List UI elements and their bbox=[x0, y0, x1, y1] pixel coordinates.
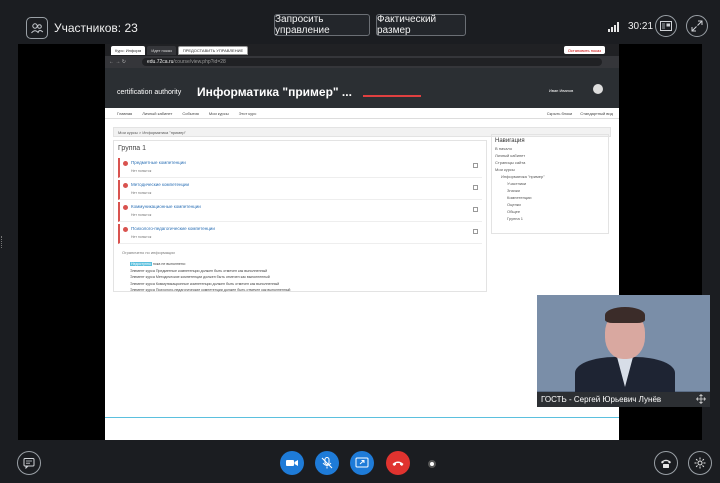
video-person-hair bbox=[605, 307, 645, 323]
gear-icon bbox=[694, 457, 706, 469]
navigation-block: Навигация В начало Личный кабинет Страни… bbox=[491, 134, 609, 234]
microphone-muted-icon bbox=[321, 457, 333, 469]
nav-item-events: События bbox=[182, 110, 199, 116]
nav-link: Значки bbox=[507, 188, 520, 193]
nav-item-dashboard: Личный кабинет bbox=[142, 110, 173, 116]
chat-icon bbox=[23, 458, 35, 469]
activity-icon bbox=[123, 183, 128, 188]
nav-link: Личный кабинет bbox=[495, 153, 526, 158]
site-brand: certification authority bbox=[117, 89, 182, 96]
course-title: Информатика "пример" ... bbox=[197, 85, 352, 99]
activity-name: Психолого-педагогические компетенции bbox=[131, 226, 215, 231]
participant-name: ГОСТЬ - Сергей Юрьевич Лунёв bbox=[537, 392, 710, 407]
activity-status: Нет попыток bbox=[131, 191, 152, 195]
reload-icon: ↻ bbox=[121, 59, 126, 65]
share-screen-button[interactable] bbox=[350, 451, 374, 475]
participant-video-tile[interactable]: ГОСТЬ - Сергей Юрьевич Лунёв bbox=[537, 295, 710, 407]
section-title: Группа 1 bbox=[118, 145, 147, 152]
hang-up-icon bbox=[392, 461, 404, 466]
title-accent bbox=[363, 95, 421, 97]
restriction-text: пока не выполнено: bbox=[152, 262, 186, 266]
side-panel-handle[interactable] bbox=[1, 236, 3, 248]
grant-control-select: ПРЕДОСТАВИТЬ УПРАВЛЕНИЕ bbox=[177, 45, 249, 55]
activity-item: Предметные компетенции Нет попыток bbox=[118, 158, 482, 178]
user-name: Иван Иванов bbox=[549, 88, 574, 93]
nav-item-home: Главная bbox=[117, 110, 133, 116]
course-section: Группа 1 Предметные компетенции Нет попы… bbox=[113, 140, 487, 292]
fullscreen-button[interactable] bbox=[686, 15, 708, 37]
url-field: edu.72ca.ru/course/view.php?id=28 bbox=[141, 58, 602, 66]
nav-item-my-courses: Мои курсы bbox=[208, 110, 229, 116]
back-icon: ← bbox=[109, 59, 114, 65]
nav-link: Информатика "пример" bbox=[501, 174, 545, 179]
layout-button[interactable] bbox=[655, 15, 677, 37]
page-bottom-rule bbox=[105, 417, 619, 418]
browser-tab: Курс: Информ bbox=[111, 45, 146, 55]
people-icon bbox=[31, 23, 44, 34]
hide-blocks-link: Скрыть блоки bbox=[546, 110, 573, 116]
camera-icon bbox=[286, 460, 298, 466]
forward-icon: → bbox=[115, 59, 121, 65]
activity-status: Нет попыток bbox=[131, 213, 152, 217]
navigation-title: Навигация bbox=[495, 138, 525, 144]
nav-link: В начало bbox=[495, 146, 513, 151]
move-icon[interactable] bbox=[696, 394, 706, 404]
activity-status: Нет попыток bbox=[131, 235, 152, 239]
completion-checkbox bbox=[473, 163, 478, 168]
activity-icon bbox=[123, 161, 128, 166]
signal-icon bbox=[608, 22, 619, 32]
completion-checkbox bbox=[473, 185, 478, 190]
nav-link: Страницы сайта bbox=[495, 160, 526, 165]
completion-checkbox bbox=[473, 207, 478, 212]
share-screen-icon bbox=[355, 457, 369, 468]
restriction-heading: Ограничено по информации bbox=[122, 250, 175, 255]
settings-button[interactable] bbox=[688, 451, 712, 475]
nav-item-this-course: Этот курс bbox=[238, 110, 257, 116]
activity-item: Психолого-педагогические компетенции Нет… bbox=[118, 224, 482, 244]
audio-call-button[interactable] bbox=[654, 451, 678, 475]
standard-view-link: Стандартный вид bbox=[580, 110, 613, 116]
site-nav: Главная Личный кабинет События Мои курсы… bbox=[105, 108, 619, 119]
site-header: certification authority Информатика "при… bbox=[105, 68, 619, 108]
url-host: edu.72ca.ru bbox=[146, 59, 174, 65]
request-control-button[interactable]: Запросить управление bbox=[274, 14, 370, 36]
avatar bbox=[593, 84, 603, 94]
activity-name: Коммуникационные компетенции bbox=[131, 204, 201, 209]
activity-icon bbox=[123, 205, 128, 210]
nav-link: Общее bbox=[507, 209, 521, 214]
actual-size-button[interactable]: Фактический размер bbox=[376, 14, 466, 36]
restriction-list: Недоступно пока не выполнено: Элемент ку… bbox=[130, 261, 482, 294]
top-bar: Участников: 23 Запросить управление Факт… bbox=[0, 0, 720, 46]
nav-link: Оценки bbox=[507, 202, 521, 207]
session-timer: 30:21 bbox=[628, 21, 654, 32]
activity-icon bbox=[123, 227, 128, 232]
microphone-button[interactable] bbox=[315, 451, 339, 475]
camera-button[interactable] bbox=[280, 451, 304, 475]
restriction-line: Элемент курса Психолого-педагогические к… bbox=[130, 288, 291, 292]
browser-address-bar: ← → ↻ edu.72ca.ru/course/view.php?id=28 bbox=[105, 56, 619, 68]
nav-link: Мои курсы bbox=[495, 167, 515, 172]
activity-name: Методические компетенции bbox=[131, 182, 190, 187]
stop-share-button: Остановить показ bbox=[563, 46, 605, 54]
phone-icon bbox=[661, 459, 671, 468]
nav-link: Группа 1 bbox=[507, 216, 524, 221]
participants-button[interactable] bbox=[26, 17, 48, 39]
activity-name: Предметные компетенции bbox=[131, 160, 186, 165]
participants-count: Участников: 23 bbox=[54, 21, 138, 35]
nav-link: Участники bbox=[507, 181, 527, 186]
completion-checkbox bbox=[473, 229, 478, 234]
browser-tab-bar: Курс: Информ Идет показ ПРЕДОСТАВИТЬ УПР… bbox=[105, 44, 619, 56]
share-indicator: Идет показ bbox=[147, 45, 176, 55]
activity-item: Коммуникационные компетенции Нет попыток bbox=[118, 202, 482, 222]
activity-status: Нет попыток bbox=[131, 169, 152, 173]
more-options-button[interactable] bbox=[428, 460, 436, 468]
chat-button[interactable] bbox=[17, 451, 41, 475]
layout-icon bbox=[660, 21, 672, 31]
expand-icon bbox=[691, 20, 703, 32]
end-call-button[interactable] bbox=[386, 451, 410, 475]
restriction-badge: Недоступно bbox=[130, 262, 152, 266]
nav-link: Компетенции bbox=[507, 195, 532, 200]
url-path: /course/view.php?id=28 bbox=[173, 59, 226, 65]
activity-item: Методические компетенции Нет попыток bbox=[118, 180, 482, 200]
